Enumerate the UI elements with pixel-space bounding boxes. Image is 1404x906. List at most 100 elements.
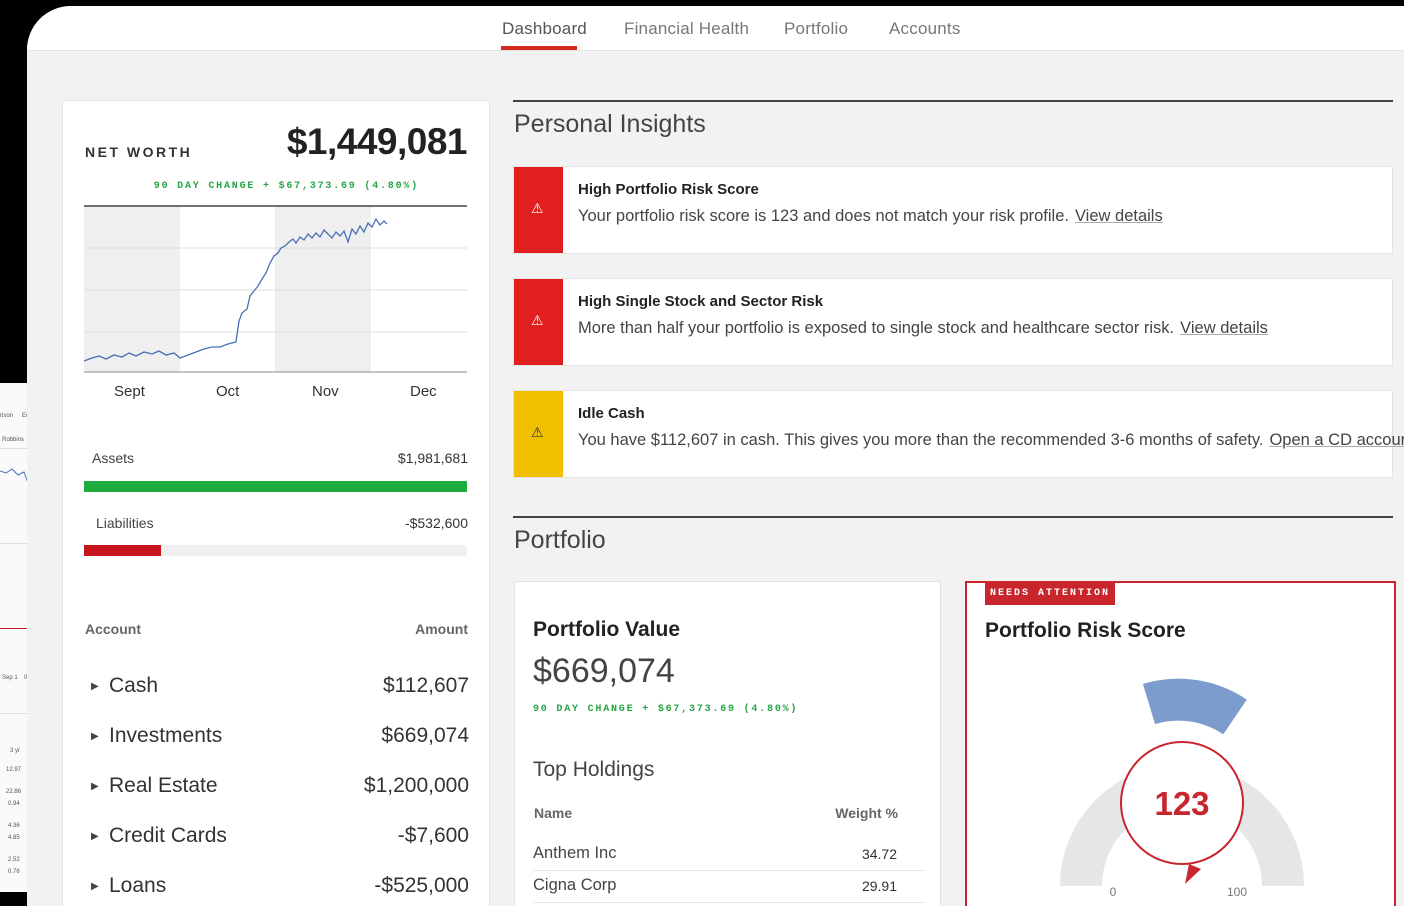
insight-text: More than half your portfolio is exposed… [578, 319, 1175, 337]
holdings-name-header: Name [534, 805, 573, 821]
insight-severity-flag: ⚠ [514, 279, 563, 365]
portfolio-value-card: Portfolio Value $669,074 90 DAY CHANGE +… [514, 581, 941, 906]
bg-label: Robbins [2, 437, 25, 443]
insight-card: ⚠ High Single Stock and Sector Risk More… [513, 278, 1393, 366]
holding-name: Cigna Corp [533, 876, 617, 894]
insight-text: You have $112,607 in cash. This gives yo… [578, 431, 1264, 449]
chart-month-label: Nov [312, 383, 339, 400]
account-row-investments[interactable]: ▶ Investments $669,074 [84, 724, 469, 754]
account-name: Investments [109, 724, 223, 747]
chart-band [84, 206, 180, 372]
top-nav: Dashboard Financial Health Portfolio Acc… [27, 6, 1404, 51]
net-worth-chart [84, 205, 467, 373]
tab-accounts[interactable]: Accounts [889, 19, 961, 39]
bg-label: 0.76 [8, 869, 20, 875]
gauge-pointer-icon [1185, 864, 1201, 884]
insights-title: Personal Insights [514, 110, 706, 138]
account-column-header: Account [85, 621, 141, 637]
account-name: Cash [109, 674, 159, 697]
assets-bar [84, 481, 467, 492]
holding-weight: 34.72 [861, 846, 897, 862]
tab-financial-health[interactable]: Financial Health [624, 19, 749, 39]
section-divider [513, 516, 1393, 518]
portfolio-value-title: Portfolio Value [533, 618, 681, 641]
portfolio-value: $669,074 [533, 652, 675, 690]
bg-label: rison [0, 413, 14, 419]
risk-score-card: NEEDS ATTENTION Portfolio Risk Score 123… [965, 581, 1396, 906]
view-details-link[interactable]: View details [1180, 319, 1268, 337]
account-amount: $112,607 [382, 674, 469, 697]
tab-portfolio[interactable]: Portfolio [784, 19, 848, 39]
insight-title: High Single Stock and Sector Risk [578, 293, 824, 310]
insight-title: Idle Cash [578, 405, 645, 422]
liabilities-bar-fill [84, 545, 161, 556]
insight-severity-flag: ⚠ [514, 167, 563, 253]
account-name: Loans [109, 874, 167, 897]
open-cd-account-link[interactable]: Open a CD account [1269, 431, 1404, 449]
chart-month-label: Sept [114, 383, 145, 400]
expand-arrow-icon[interactable]: ▶ [91, 831, 99, 842]
account-amount: -$7,600 [397, 824, 469, 847]
warning-icon: ⚠ [531, 424, 544, 440]
amount-column-header: Amount [415, 621, 468, 637]
gauge-min-label: 0 [1110, 885, 1117, 899]
bg-label: Sep 1 [2, 675, 18, 681]
holding-row[interactable]: Anthem Inc 34.72 [533, 840, 925, 871]
net-worth-value: $1,449,081 [286, 121, 468, 162]
net-worth-card: NET WORTH $1,449,081 90 DAY CHANGE + $67… [62, 100, 490, 906]
chart-month-label: Dec [410, 383, 437, 400]
liabilities-bar [84, 545, 467, 556]
holdings-weight-header: Weight % [835, 805, 898, 821]
account-amount: $669,074 [381, 724, 469, 747]
insight-body: More than half your portfolio is exposed… [578, 319, 1268, 338]
account-name: Real Estate [109, 774, 218, 797]
insight-title: High Portfolio Risk Score [578, 181, 759, 198]
gauge-highlight-segment [1142, 678, 1247, 735]
top-holdings-title: Top Holdings [533, 758, 655, 781]
account-row-cash[interactable]: ▶ Cash $112,607 [84, 674, 469, 704]
account-name: Credit Cards [109, 824, 227, 847]
assets-label: Assets [92, 450, 135, 466]
bg-label: 4.85 [8, 835, 20, 841]
warning-icon: ⚠ [531, 200, 544, 216]
bg-label: 4.36 [8, 823, 20, 829]
chart-month-label: Oct [216, 383, 240, 400]
bg-label: 12.97 [6, 767, 22, 773]
assets-bar-fill [84, 481, 467, 492]
warning-icon: ⚠ [531, 312, 544, 328]
bg-label: 2.52 [8, 857, 20, 863]
assets-value: $1,981,681 [397, 450, 468, 466]
insight-body: Your portfolio risk score is 123 and doe… [578, 207, 1163, 226]
portfolio-change: 90 DAY CHANGE + $67,373.69 (4.80%) [533, 704, 799, 715]
active-tab-indicator [501, 46, 577, 50]
insight-text: Your portfolio risk score is 123 and doe… [578, 207, 1069, 225]
insight-card: ⚠ High Portfolio Risk Score Your portfol… [513, 166, 1393, 254]
insight-card: ⚠ Idle Cash You have $112,607 in cash. T… [513, 390, 1404, 478]
holding-name: Anthem Inc [533, 844, 617, 862]
net-worth-change: 90 DAY CHANGE + $67,373.69 (4.80%) [153, 181, 419, 192]
account-row-loans[interactable]: ▶ Loans -$525,000 [84, 874, 469, 904]
net-worth-label: NET WORTH [85, 144, 193, 160]
holding-row[interactable]: Cigna Corp 29.91 [533, 872, 925, 903]
bg-label: 3 yr [10, 748, 21, 754]
account-row-credit-cards[interactable]: ▶ Credit Cards -$7,600 [84, 824, 469, 854]
liabilities-value: -$532,600 [404, 515, 468, 531]
insight-body: You have $112,607 in cash. This gives yo… [578, 431, 1404, 450]
account-amount: -$525,000 [374, 874, 469, 897]
risk-gauge: 123 0 100 [1060, 678, 1304, 899]
gauge-max-label: 100 [1227, 885, 1247, 899]
view-details-link[interactable]: View details [1075, 207, 1163, 225]
expand-arrow-icon[interactable]: ▶ [91, 881, 99, 892]
section-divider [513, 100, 1393, 102]
expand-arrow-icon[interactable]: ▶ [91, 731, 99, 742]
bg-label: 22.86 [6, 789, 22, 795]
account-amount: $1,200,000 [363, 774, 469, 797]
app-screen: Dashboard Financial Health Portfolio Acc… [27, 6, 1404, 906]
tab-dashboard[interactable]: Dashboard [502, 19, 587, 39]
expand-arrow-icon[interactable]: ▶ [91, 681, 99, 692]
liabilities-label: Liabilities [96, 515, 154, 531]
portfolio-title: Portfolio [514, 526, 606, 554]
expand-arrow-icon[interactable]: ▶ [91, 781, 99, 792]
account-row-real-estate[interactable]: ▶ Real Estate $1,200,000 [84, 774, 469, 804]
insight-severity-flag: ⚠ [514, 391, 563, 477]
